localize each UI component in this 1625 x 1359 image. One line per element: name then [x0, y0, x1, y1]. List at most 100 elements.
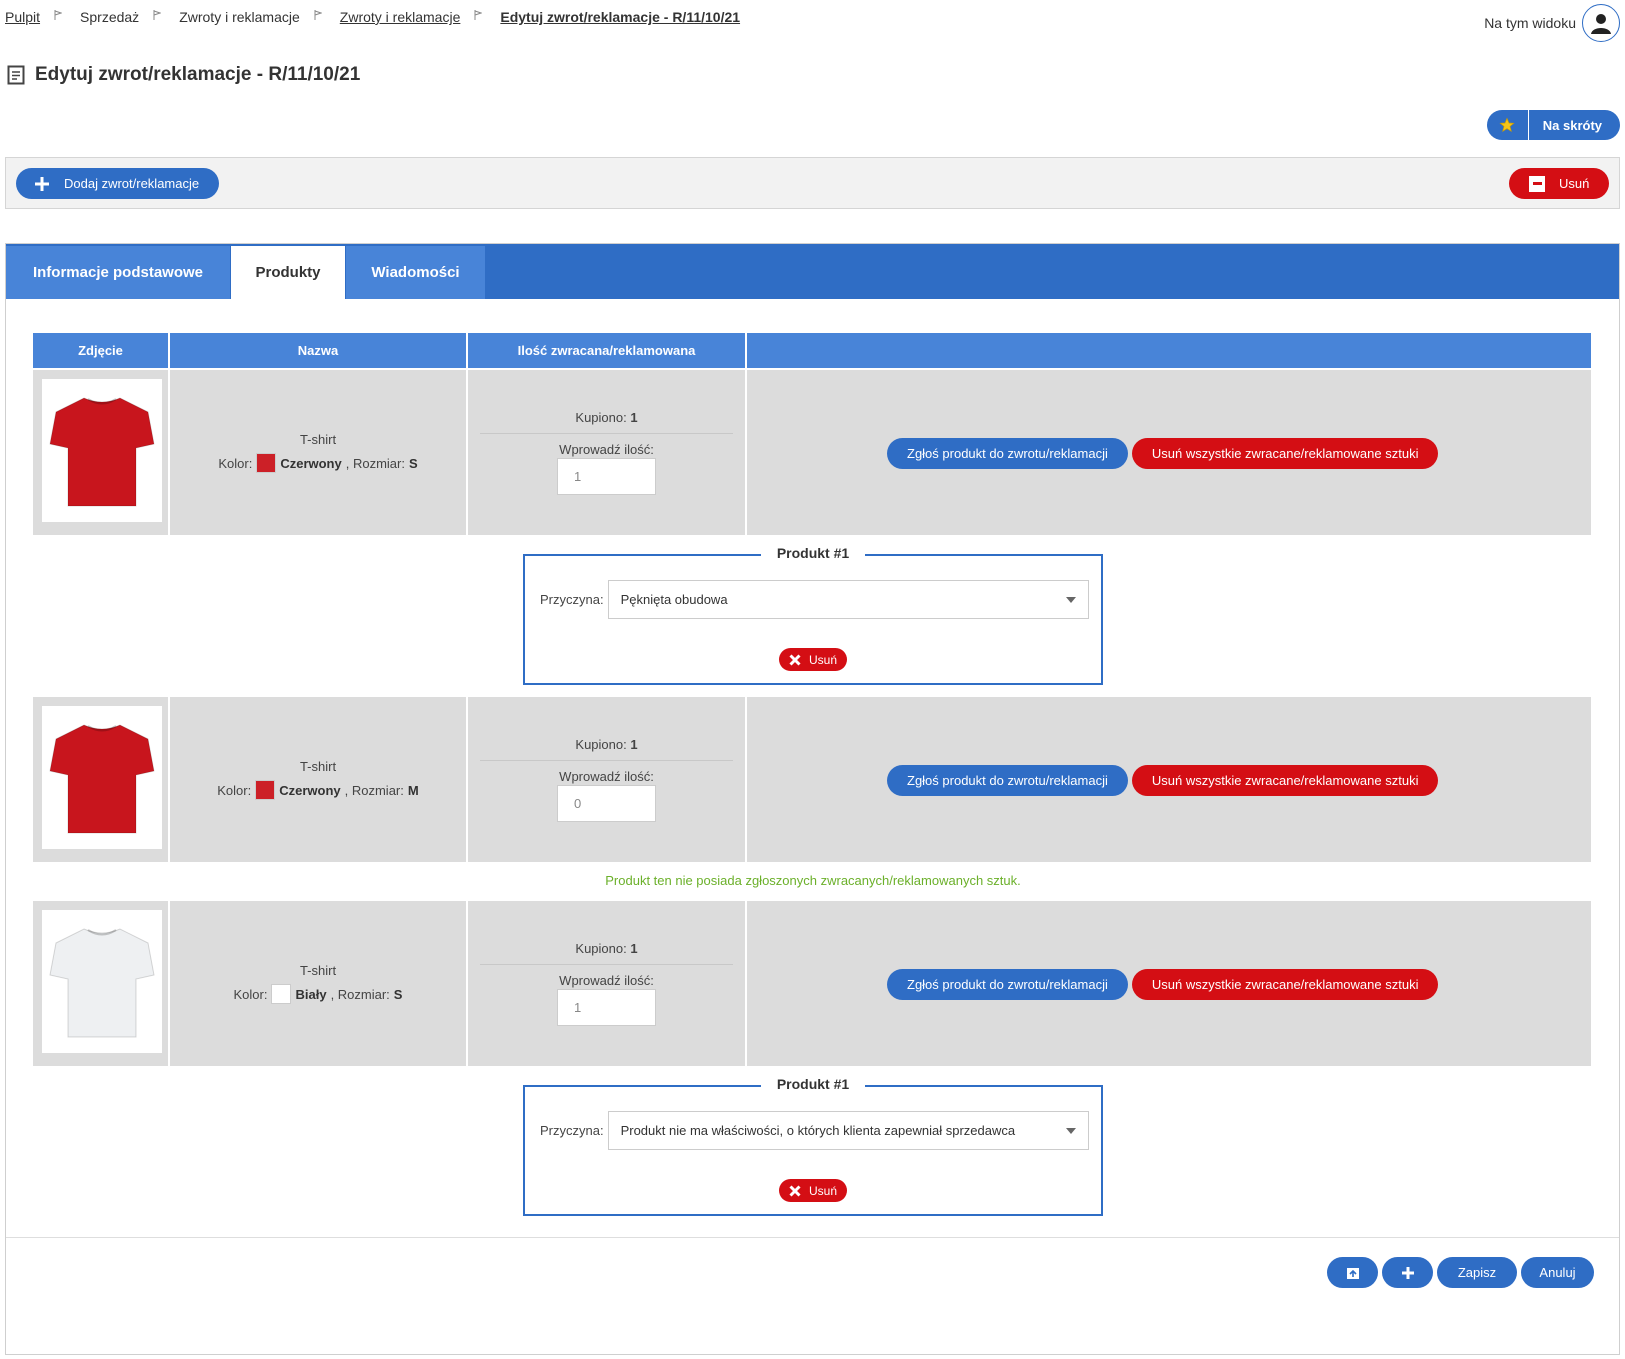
- reason-delete-label: Usuń: [809, 1183, 838, 1198]
- remove-all-button[interactable]: Usuń wszystkie zwracane/reklamowane sztu…: [1131, 969, 1439, 1000]
- cancel-button[interactable]: Anuluj: [1521, 1257, 1594, 1288]
- table-row: T-shirt Kolor: Czerwony , Rozmiar: M Kup…: [33, 697, 1593, 862]
- quantity-input[interactable]: [557, 458, 656, 495]
- breadcrumb: Pulpit Sprzedaż Zwroty i reklamacje Zwro…: [5, 9, 740, 25]
- color-label: Kolor:: [218, 455, 253, 471]
- product-photo[interactable]: [42, 379, 162, 522]
- report-product-button[interactable]: Zgłoś produkt do zwrotu/reklamacji: [887, 969, 1128, 1000]
- save-and-new-button[interactable]: [1382, 1257, 1433, 1288]
- delete-return-button[interactable]: Usuń: [1509, 168, 1609, 199]
- action-bar: Dodaj zwrot/reklamacje Usuń: [5, 157, 1620, 209]
- tshirt-image: [49, 723, 155, 833]
- reason-label: Przyczyna:: [540, 1123, 604, 1138]
- product-name: T-shirt: [299, 432, 337, 447]
- table-row: T-shirt Kolor: Czerwony , Rozmiar: S Kup…: [33, 370, 1593, 535]
- actions-cell: Zgłoś produkt do zwrotu/reklamacji Usuń …: [747, 370, 1593, 535]
- report-product-button[interactable]: Zgłoś produkt do zwrotu/reklamacji: [887, 765, 1128, 796]
- size-label: , Rozmiar:: [345, 455, 405, 471]
- add-return-button[interactable]: Dodaj zwrot/reklamacje: [16, 168, 220, 199]
- plus-icon: [35, 176, 49, 191]
- color-swatch: [255, 780, 276, 800]
- quantity-cell: Kupiono: 1 Wprowadź ilość:: [468, 370, 747, 535]
- breadcrumb-item-zwroty[interactable]: Zwroty i reklamacje: [179, 9, 300, 25]
- reason-select[interactable]: Produkt nie ma właściwości, o których kl…: [607, 1111, 1089, 1150]
- name-cell: T-shirt Kolor: Czerwony , Rozmiar: S: [170, 370, 468, 535]
- product-name: T-shirt: [299, 963, 337, 978]
- photo-cell: [33, 370, 170, 535]
- bought-label: Kupiono:: [575, 410, 627, 425]
- color-label: Kolor:: [233, 986, 268, 1002]
- column-actions: [747, 333, 1593, 368]
- report-product-button[interactable]: Zgłoś produkt do zwrotu/reklamacji: [887, 438, 1128, 469]
- reason-value: Produkt nie ma właściwości, o których kl…: [620, 1123, 1016, 1138]
- column-name: Nazwa: [170, 333, 468, 368]
- close-icon: [789, 1184, 801, 1197]
- reason-select[interactable]: Pęknięta obudowa: [607, 580, 1089, 619]
- tab-products[interactable]: Produkty: [231, 246, 346, 299]
- breadcrumb-item-current[interactable]: Edytuj zwrot/reklamacje - R/11/10/21: [500, 9, 740, 25]
- flag-separator-icon: [314, 10, 322, 20]
- plus-icon: [1401, 1266, 1414, 1279]
- products-table: Zdjęcie Nazwa Ilość zwracana/reklamowana…: [33, 333, 1593, 1228]
- reason-box-title: Produkt #1: [760, 545, 866, 561]
- remove-all-button[interactable]: Usuń wszystkie zwracane/reklamowane sztu…: [1131, 438, 1439, 469]
- size-value: M: [407, 782, 419, 798]
- avatar[interactable]: [1582, 4, 1620, 42]
- breadcrumb-item-pulpit[interactable]: Pulpit: [5, 9, 40, 25]
- user-icon: [1591, 14, 1611, 34]
- reason-delete-button[interactable]: Usuń: [779, 648, 848, 671]
- flag-separator-icon: [153, 10, 162, 20]
- name-cell: T-shirt Kolor: Biały , Rozmiar: S: [170, 901, 468, 1066]
- view-label: Na tym widoku: [1484, 15, 1576, 31]
- breadcrumb-item-zwroty-link[interactable]: Zwroty i reklamacje: [340, 9, 461, 25]
- remove-all-button[interactable]: Usuń wszystkie zwracane/reklamowane sztu…: [1131, 765, 1439, 796]
- bought-label: Kupiono:: [575, 737, 627, 752]
- color-label: Kolor:: [217, 782, 252, 798]
- document-icon: [7, 65, 25, 85]
- quantity-input[interactable]: [557, 785, 656, 822]
- reason-delete-label: Usuń: [809, 652, 838, 667]
- bought-value: 1: [630, 941, 638, 956]
- shortcuts-label[interactable]: Na skróty: [1528, 110, 1620, 140]
- main-panel: Informacje podstawowe Produkty Wiadomośc…: [5, 243, 1620, 1355]
- table-body: T-shirt Kolor: Czerwony , Rozmiar: S Kup…: [33, 370, 1593, 1216]
- save-return-icon: [1346, 1267, 1359, 1279]
- photo-cell: [33, 901, 170, 1066]
- shortcuts-button[interactable]: Na skróty: [1486, 110, 1620, 140]
- breadcrumb-item-sprzedaz[interactable]: Sprzedaż: [80, 9, 139, 25]
- product-attributes: Kolor: Czerwony , Rozmiar: M: [170, 780, 466, 800]
- column-quantity: Ilość zwracana/reklamowana: [468, 333, 747, 368]
- tab-messages[interactable]: Wiadomości: [346, 246, 486, 299]
- save-and-return-button[interactable]: [1327, 1257, 1378, 1288]
- actions-cell: Zgłoś produkt do zwrotu/reklamacji Usuń …: [747, 901, 1593, 1066]
- view-user-menu[interactable]: Na tym widoku: [1484, 4, 1620, 42]
- bought-label: Kupiono:: [575, 941, 627, 956]
- quantity-input[interactable]: [557, 989, 656, 1026]
- bought-info: Kupiono: 1: [480, 737, 733, 761]
- product-attributes: Kolor: Czerwony , Rozmiar: S: [170, 453, 466, 473]
- table-header: Zdjęcie Nazwa Ilość zwracana/reklamowana: [33, 333, 1593, 368]
- enter-quantity-label: Wprowadź ilość:: [559, 973, 654, 988]
- chevron-down-icon: [1065, 1127, 1076, 1134]
- size-label: , Rozmiar:: [330, 986, 390, 1002]
- color-swatch: [256, 453, 277, 473]
- product-photo[interactable]: [42, 706, 162, 849]
- bought-value: 1: [630, 737, 638, 752]
- quantity-cell: Kupiono: 1 Wprowadź ilość:: [468, 901, 747, 1066]
- save-button[interactable]: Zapisz: [1437, 1257, 1517, 1288]
- column-photo: Zdjęcie: [33, 333, 170, 368]
- product-photo[interactable]: [42, 910, 162, 1053]
- tab-basic-info[interactable]: Informacje podstawowe: [6, 246, 231, 299]
- reason-box-title: Produkt #1: [760, 1076, 866, 1092]
- color-value: Czerwony: [279, 782, 341, 798]
- star-icon[interactable]: [1486, 110, 1529, 140]
- empty-note: Produkt ten nie posiada zgłoszonych zwra…: [605, 873, 1021, 888]
- flag-separator-icon: [54, 10, 63, 20]
- size-label: , Rozmiar:: [344, 782, 404, 798]
- tab-bar: Informacje podstawowe Produkty Wiadomośc…: [6, 244, 1619, 299]
- actions-cell: Zgłoś produkt do zwrotu/reklamacji Usuń …: [747, 697, 1593, 862]
- footer-buttons: Zapisz Anuluj: [1327, 1257, 1594, 1288]
- product-attributes: Kolor: Biały , Rozmiar: S: [170, 984, 466, 1004]
- reason-delete-button[interactable]: Usuń: [779, 1179, 848, 1202]
- enter-quantity-label: Wprowadź ilość:: [559, 442, 654, 457]
